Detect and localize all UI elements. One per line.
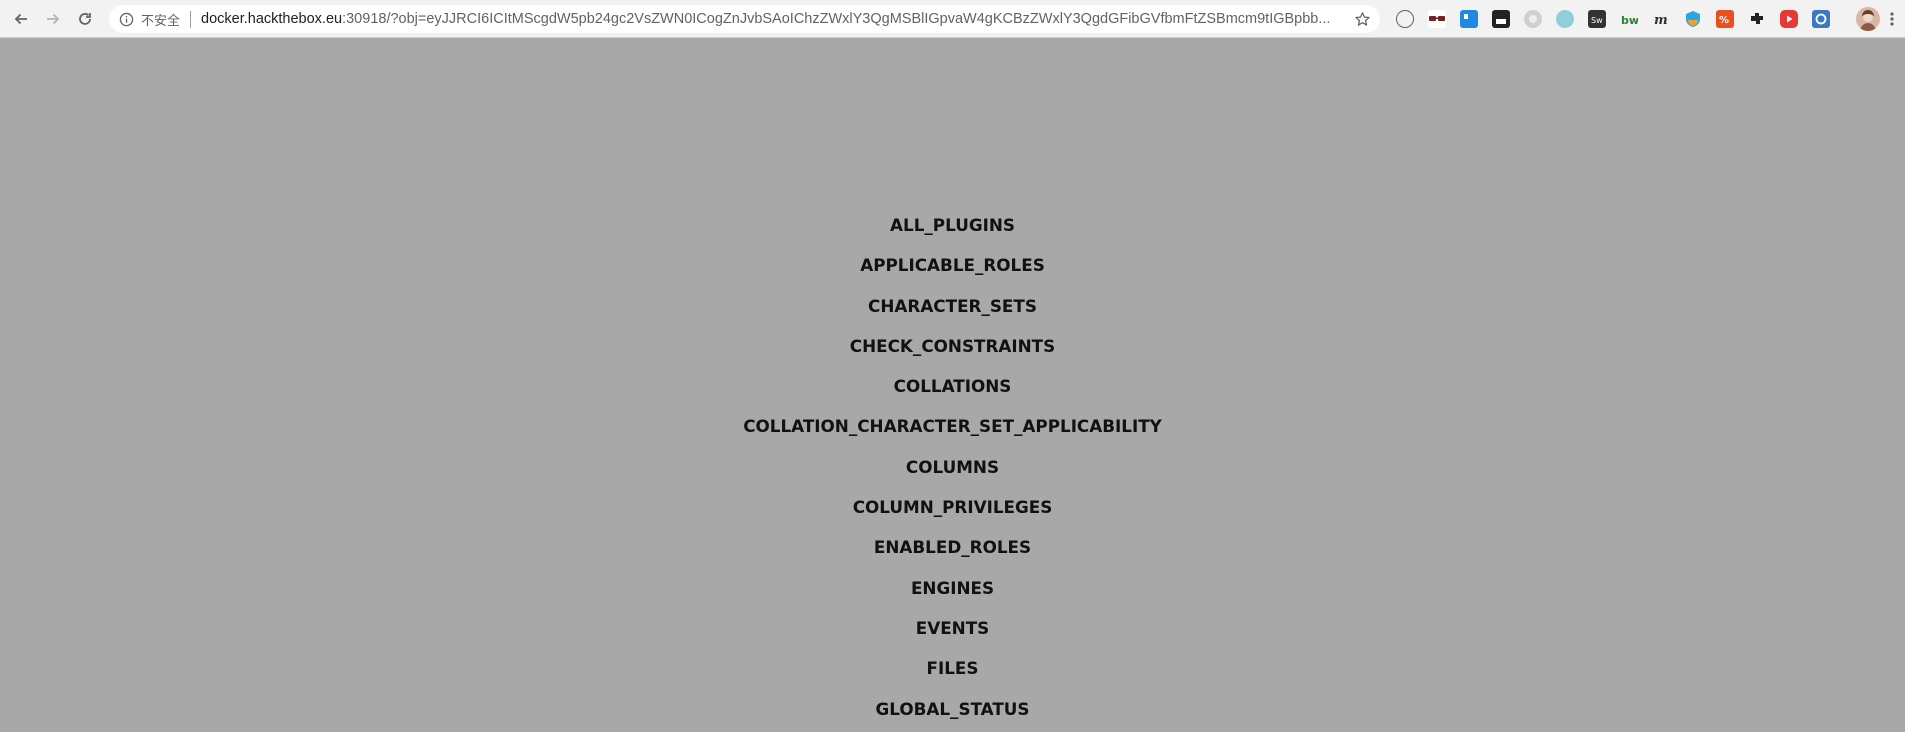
table-name-list: ALL_PLUGINS APPLICABLE_ROLES CHARACTER_SET… [0, 205, 1905, 729]
square-blue-icon[interactable] [1460, 10, 1478, 28]
reload-button[interactable] [73, 7, 97, 31]
browser-menu-button[interactable] [1890, 9, 1894, 29]
puzzle-icon[interactable] [1748, 10, 1766, 28]
table-name-item: COLLATION_CHARACTER_SET_APPLICABILITY [743, 416, 1162, 437]
table-name-item: ALL_PLUGINS [890, 215, 1015, 235]
table-name-item: GLOBAL_STATUS [875, 698, 1030, 719]
svg-text:bw: bw [1621, 14, 1638, 27]
sw-icon[interactable]: Sw [1588, 10, 1606, 28]
ghost-icon[interactable] [1492, 10, 1510, 28]
url-path: :30918/?obj=eyJJRCI6ICItMScgdW5pb24gc2Vs… [342, 11, 1331, 27]
shield-icon[interactable] [1684, 10, 1702, 28]
reload-icon [79, 13, 91, 25]
table-name-item: ENABLED_ROLES [873, 537, 1032, 558]
bw-icon[interactable]: bw [1620, 10, 1639, 28]
table-name-item: APPLICABLE_ROLES [860, 255, 1045, 276]
table-name-item: COLUMNS [905, 456, 1000, 477]
svg-text:%: % [1719, 15, 1729, 26]
site-info-icon[interactable] [118, 11, 134, 27]
table-name-item: COLUMN_PRIVILEGES [852, 497, 1053, 518]
table-name-item: CHARACTER_SETS [868, 295, 1037, 316]
refresh-blue-icon[interactable] [1812, 10, 1830, 28]
page-content: ALL_PLUGINS APPLICABLE_ROLES CHARACTER_SET… [0, 205, 1905, 729]
browser-toolbar: 不安全 docker.hackthebox.eu:30918/?obj=eyJJ… [0, 0, 1905, 38]
extension-circle-icon[interactable] [1396, 10, 1414, 28]
security-label[interactable]: 不安全 [141, 10, 180, 29]
forward-button[interactable] [41, 7, 65, 31]
address-bar[interactable]: 不安全 docker.hackthebox.eu:30918/?obj=eyJJ… [109, 5, 1380, 33]
profile-avatar[interactable] [1856, 7, 1880, 31]
table-name-item: ENGINES [910, 577, 995, 598]
table-name-item: CHECK_CONSTRAINTS [849, 335, 1056, 356]
kebab-menu-icon [1890, 12, 1894, 26]
table-name-item: FILES [926, 658, 979, 679]
circle-teal-icon[interactable] [1556, 10, 1574, 28]
reading-glasses-icon[interactable] [1428, 10, 1446, 28]
m-icon[interactable]: m [1652, 10, 1670, 28]
percent-orange-icon[interactable]: % [1716, 10, 1734, 28]
url-host: docker.hackthebox.eu [201, 11, 343, 27]
table-name-item: COLLATIONS [893, 376, 1012, 397]
url-separator [190, 10, 192, 28]
bookmark-star-icon[interactable] [1352, 9, 1372, 29]
youtube-red-icon[interactable] [1780, 10, 1798, 28]
page-scrollbar[interactable] [1891, 38, 1905, 732]
svg-text:Sw: Sw [1591, 16, 1603, 25]
back-arrow-icon [14, 13, 27, 25]
svg-text:m: m [1654, 13, 1668, 28]
back-button[interactable] [9, 7, 33, 31]
url-text[interactable]: docker.hackthebox.eu:30918/?obj=eyJJRCI6… [201, 11, 1352, 27]
forward-arrow-icon [47, 13, 60, 25]
table-name-item: EVENTS [915, 617, 990, 638]
gear-grey-icon[interactable] [1524, 10, 1542, 28]
